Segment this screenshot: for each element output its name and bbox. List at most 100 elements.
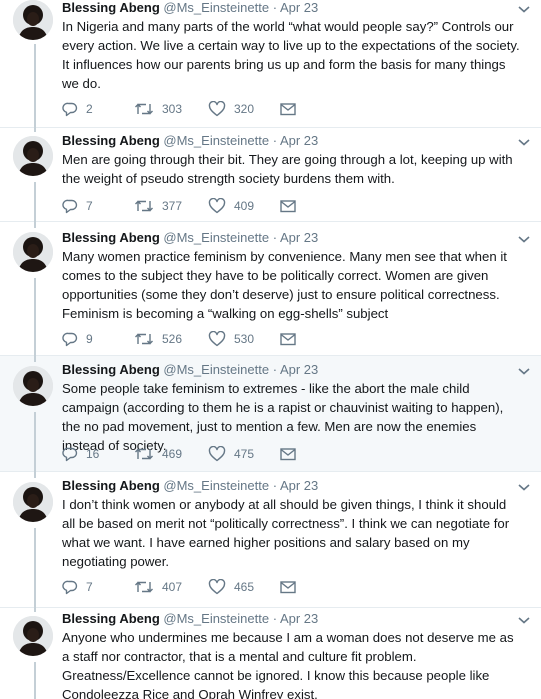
reply-count: 2 [86, 102, 93, 116]
tweet-actions: 7 407 465 [62, 578, 482, 596]
author-name[interactable]: Blessing Abeng [62, 133, 160, 148]
thread-line [34, 182, 36, 222]
thread-line [34, 528, 36, 608]
heart-icon [208, 198, 226, 214]
envelope-icon [280, 581, 296, 594]
retweet-icon [135, 448, 153, 460]
dm-button[interactable] [280, 197, 304, 215]
tweet-actions: 2 303 320 [62, 100, 482, 118]
tweet[interactable]: Blessing Abeng @Ms_Einsteinette · Apr 23… [0, 608, 541, 699]
like-button[interactable]: 530 [208, 330, 254, 348]
retweet-count: 303 [162, 102, 183, 116]
tweet-text: Some people take feminism to extremes - … [62, 381, 504, 453]
tweet[interactable]: Blessing Abeng @Ms_Einsteinette · Apr 23… [0, 222, 541, 356]
tweet-header: Blessing Abeng @Ms_Einsteinette · Apr 23 [62, 230, 318, 246]
like-count: 409 [234, 199, 255, 213]
retweet-button[interactable]: 526 [134, 330, 182, 348]
reply-button[interactable]: 7 [62, 197, 93, 215]
thread-line [34, 662, 36, 699]
envelope-icon [280, 333, 296, 346]
reply-button[interactable]: 16 [62, 445, 99, 463]
reply-count: 7 [86, 199, 93, 213]
reply-count: 16 [86, 447, 100, 461]
author-name[interactable]: Blessing Abeng [62, 478, 160, 493]
reply-count: 7 [86, 580, 93, 594]
retweet-button[interactable]: 407 [134, 578, 182, 596]
tweet-header: Blessing Abeng @Ms_Einsteinette · Apr 23 [62, 611, 318, 627]
author-name[interactable]: Blessing Abeng [62, 0, 160, 15]
avatar[interactable] [13, 0, 53, 40]
tweet-date[interactable]: Apr 23 [280, 362, 318, 377]
chevron-down-icon[interactable] [517, 482, 531, 492]
tweet-actions: 7 377 409 [62, 197, 482, 215]
envelope-icon [280, 200, 296, 213]
tweet-header: Blessing Abeng @Ms_Einsteinette · Apr 23 [62, 362, 318, 378]
avatar[interactable] [13, 366, 53, 406]
heart-icon [208, 331, 226, 347]
tweet-text: Anyone who undermines me because I am a … [62, 630, 514, 699]
tweet-thread: Blessing Abeng @Ms_Einsteinette · Apr 23… [0, 0, 541, 699]
tweet-date[interactable]: Apr 23 [280, 611, 318, 626]
author-handle[interactable]: @Ms_Einsteinette [163, 230, 269, 245]
tweet-date[interactable]: Apr 23 [280, 230, 318, 245]
avatar[interactable] [13, 232, 53, 272]
tweet[interactable]: Blessing Abeng @Ms_Einsteinette · Apr 23… [0, 128, 541, 222]
chevron-down-icon[interactable] [517, 366, 531, 376]
like-count: 320 [234, 102, 255, 116]
author-handle[interactable]: @Ms_Einsteinette [163, 133, 269, 148]
reply-button[interactable]: 7 [62, 578, 93, 596]
like-count: 530 [234, 332, 255, 346]
like-count: 475 [234, 447, 255, 461]
tweet-date[interactable]: Apr 23 [280, 133, 318, 148]
author-handle[interactable]: @Ms_Einsteinette [163, 478, 269, 493]
chevron-down-icon[interactable] [517, 615, 531, 625]
avatar[interactable] [13, 616, 53, 656]
author-handle[interactable]: @Ms_Einsteinette [163, 0, 269, 15]
dm-button[interactable] [280, 330, 304, 348]
separator-dot: · [272, 230, 278, 245]
author-name[interactable]: Blessing Abeng [62, 362, 160, 377]
chevron-down-icon[interactable] [517, 234, 531, 244]
thread-line [34, 44, 36, 128]
author-handle[interactable]: @Ms_Einsteinette [163, 611, 269, 626]
tweet-date[interactable]: Apr 23 [280, 0, 318, 15]
chevron-down-icon[interactable] [517, 137, 531, 147]
avatar[interactable] [13, 136, 53, 176]
avatar[interactable] [13, 482, 53, 522]
retweet-icon [135, 333, 153, 345]
like-button[interactable]: 320 [208, 100, 254, 118]
reply-icon [62, 332, 78, 347]
tweet-text: I don’t think women or anybody at all sh… [62, 497, 510, 569]
reply-button[interactable]: 9 [62, 330, 93, 348]
retweet-count: 407 [162, 580, 183, 594]
author-name[interactable]: Blessing Abeng [62, 230, 160, 245]
reply-icon [62, 580, 78, 595]
thread-line [34, 222, 36, 228]
separator-dot: · [272, 0, 278, 15]
retweet-button[interactable]: 303 [134, 100, 182, 118]
reply-count: 9 [86, 332, 93, 346]
like-button[interactable]: 465 [208, 578, 254, 596]
tweet-header: Blessing Abeng @Ms_Einsteinette · Apr 23 [62, 478, 318, 494]
dm-button[interactable] [280, 445, 304, 463]
chevron-down-icon[interactable] [517, 4, 531, 14]
like-count: 465 [234, 580, 255, 594]
tweet[interactable]: Blessing Abeng @Ms_Einsteinette · Apr 23… [0, 472, 541, 608]
retweet-button[interactable]: 377 [134, 197, 182, 215]
retweet-button[interactable]: 469 [134, 445, 182, 463]
dm-button[interactable] [280, 100, 304, 118]
tweet-date[interactable]: Apr 23 [280, 478, 318, 493]
thread-line [34, 356, 36, 362]
tweet[interactable]: Blessing Abeng @Ms_Einsteinette · Apr 23… [0, 356, 541, 472]
heart-icon [208, 101, 226, 117]
dm-button[interactable] [280, 578, 304, 596]
tweet[interactable]: Blessing Abeng @Ms_Einsteinette · Apr 23… [0, 0, 541, 128]
tweet-actions: 16 469 475 [62, 445, 482, 463]
reply-button[interactable]: 2 [62, 100, 93, 118]
author-name[interactable]: Blessing Abeng [62, 611, 160, 626]
thread-line [34, 278, 36, 356]
separator-dot: · [272, 611, 278, 626]
like-button[interactable]: 475 [208, 445, 254, 463]
author-handle[interactable]: @Ms_Einsteinette [163, 362, 269, 377]
like-button[interactable]: 409 [208, 197, 254, 215]
